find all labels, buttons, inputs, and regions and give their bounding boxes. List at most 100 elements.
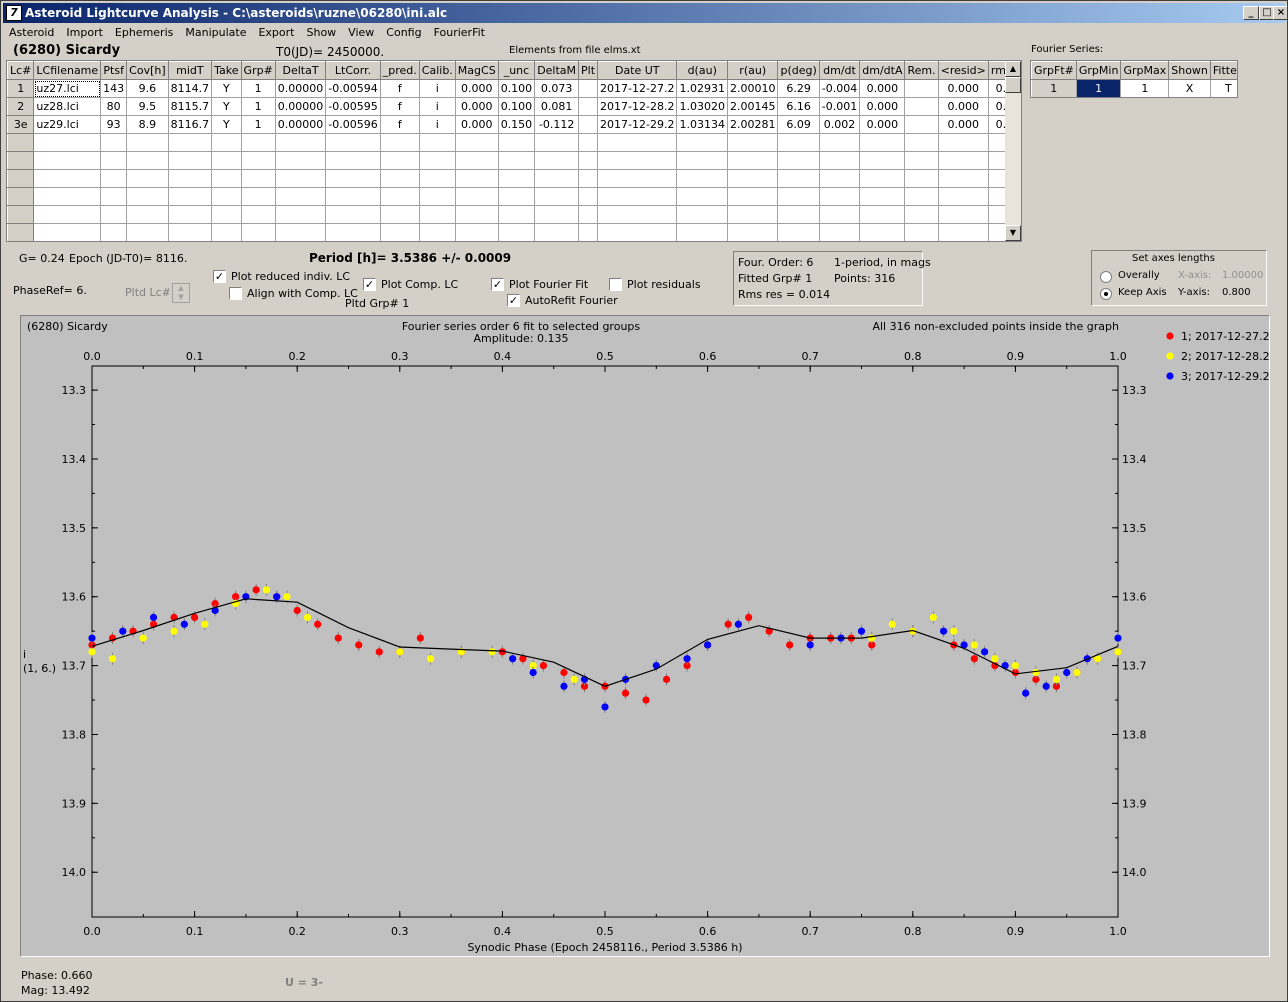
table-cell[interactable] [938,151,989,170]
table-cell[interactable]: 1 [1031,79,1077,97]
table-cell[interactable]: 2.00281 [727,115,779,134]
lc-col-header[interactable]: _pred. [379,61,420,80]
table-cell[interactable] [419,151,456,170]
table-cell[interactable] [578,223,599,241]
table-cell[interactable]: 0.150 [498,115,536,134]
menu-ephemeris[interactable]: Ephemeris [109,24,179,41]
table-cell[interactable] [241,223,276,241]
table-cell[interactable]: 0.002 [819,115,861,134]
lc-col-header[interactable]: r(au) [726,61,779,80]
table-row[interactable]: 3e uz29.lci 93 8.9 8116.7 Y 1 0.00000 -0.00596 f i… [7,115,1021,134]
table-cell[interactable] [578,97,599,116]
table-cell[interactable]: 8115.7 [168,97,213,116]
table-cell[interactable] [33,187,102,206]
table-cell[interactable]: 0.081 [534,97,580,116]
table-cell[interactable] [534,205,580,224]
table-cell[interactable] [498,151,536,170]
table-cell[interactable] [819,169,861,188]
lc-col-header[interactable]: Grp# [240,61,276,80]
table-cell[interactable]: 0.000 [455,115,499,134]
table-cell[interactable]: f [380,115,420,134]
table-cell[interactable]: T [1210,79,1237,97]
table-cell[interactable] [126,169,169,188]
table-cell[interactable] [126,187,169,206]
align-comp-checkbox[interactable] [229,287,242,300]
table-cell[interactable] [241,169,276,188]
table-cell[interactable] [100,205,128,224]
table-cell[interactable] [597,151,678,170]
table-cell[interactable] [819,151,861,170]
table-cell[interactable] [859,169,906,188]
y-axis-value[interactable]: 0.800 [1222,287,1251,298]
menu-view[interactable]: View [342,24,380,41]
table-cell[interactable]: 93 [100,115,128,134]
row-header[interactable] [7,187,35,206]
table-cell[interactable] [419,169,456,188]
table-cell[interactable] [777,133,820,152]
table-cell[interactable] [455,133,499,152]
lc-col-header[interactable]: Date UT [597,61,678,80]
lc-col-header[interactable]: dm/dtA [859,61,906,80]
table-cell[interactable] [676,151,728,170]
table-cell[interactable] [498,169,536,188]
table-cell[interactable] [275,151,327,170]
table-cell[interactable]: -0.004 [819,79,861,98]
minimize-button[interactable]: _ [1243,6,1259,20]
table-cell[interactable] [904,205,939,224]
table-cell[interactable]: 1 [241,97,276,116]
table-cell[interactable] [241,151,276,170]
table-cell[interactable]: -0.00596 [325,115,381,134]
table-cell[interactable]: 2017-12-29.2 [597,115,678,134]
table-cell[interactable] [819,133,861,152]
menu-manipulate[interactable]: Manipulate [179,24,252,41]
table-cell[interactable] [325,151,381,170]
spin-up-icon[interactable]: ▲ [173,284,189,293]
table-cell[interactable] [33,133,102,152]
row-header[interactable] [7,169,35,188]
table-cell[interactable] [727,205,779,224]
table-cell[interactable]: -0.00595 [325,97,381,116]
lc-table[interactable]: Lc# LCfilename Ptsf Cov[h] midT Take Grp# Delta… [6,60,1022,242]
table-cell[interactable] [211,133,242,152]
lc-col-header[interactable]: Rem. [904,61,939,80]
table-cell[interactable] [904,223,939,241]
table-cell[interactable] [777,169,820,188]
table-cell[interactable]: Y [211,115,242,134]
lc-col-header[interactable]: Calib. [418,61,456,80]
table-row[interactable]: 111XT [1031,79,1237,97]
table-cell[interactable] [597,187,678,206]
table-cell[interactable] [904,151,939,170]
lc-table-scrollbar[interactable]: ▲ ▼ [1005,61,1021,241]
table-cell[interactable] [380,169,420,188]
table-cell[interactable] [676,187,728,206]
table-cell[interactable] [578,115,599,134]
lc-col-header[interactable]: DeltaM [534,61,580,80]
table-cell[interactable] [211,187,242,206]
table-cell[interactable] [904,115,939,134]
menu-export[interactable]: Export [252,24,300,41]
table-cell[interactable]: 1.03134 [676,115,728,134]
table-cell[interactable] [126,205,169,224]
table-cell[interactable]: i [419,115,456,134]
row-header[interactable]: 1 [7,79,35,98]
table-cell[interactable] [597,169,678,188]
table-cell[interactable] [325,223,381,241]
table-cell[interactable]: -0.001 [819,97,861,116]
table-cell[interactable] [578,79,599,98]
lc-col-header[interactable]: dm/dt [818,61,861,80]
table-cell[interactable] [938,169,989,188]
table-cell[interactable] [455,187,499,206]
table-cell[interactable]: 6.29 [777,79,820,98]
table-cell[interactable]: uz29.lci [33,115,102,134]
fourier-col-header[interactable]: Shown [1168,61,1211,80]
lc-col-header[interactable]: _unc [497,61,536,80]
table-cell[interactable] [777,223,820,241]
table-row[interactable] [7,223,1021,241]
table-cell[interactable] [727,223,779,241]
table-cell[interactable] [777,151,820,170]
table-cell[interactable]: 1 [1076,79,1122,97]
table-cell[interactable] [676,133,728,152]
table-cell[interactable] [126,151,169,170]
table-cell[interactable] [904,169,939,188]
table-cell[interactable] [168,205,213,224]
